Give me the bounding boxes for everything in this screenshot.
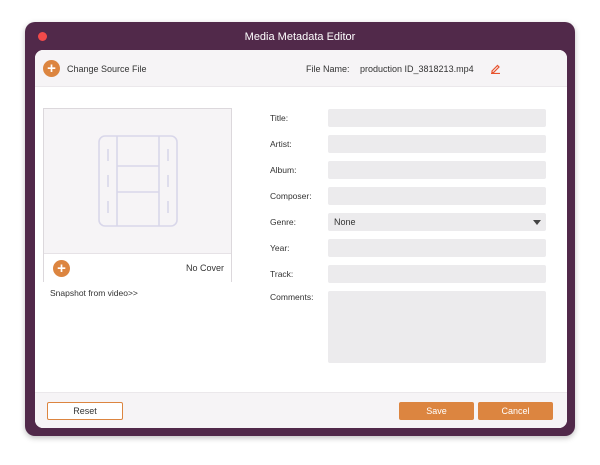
editor-window: Media Metadata Editor + Change Source Fi… [25, 22, 575, 436]
snapshot-from-video-link[interactable]: Snapshot from video>> [50, 288, 138, 298]
title-bar: Media Metadata Editor [25, 22, 575, 52]
title-label: Title: [270, 113, 289, 123]
chevron-down-icon [533, 220, 541, 225]
change-source-plus-icon[interactable]: + [43, 60, 60, 77]
comments-label: Comments: [270, 292, 314, 302]
composer-input[interactable] [328, 187, 546, 205]
artist-input[interactable] [328, 135, 546, 153]
genre-select[interactable]: None [328, 213, 546, 231]
pencil-icon[interactable] [490, 63, 501, 74]
composer-label: Composer: [270, 191, 312, 201]
title-input[interactable] [328, 109, 546, 127]
cover-image-area [44, 109, 231, 253]
save-button[interactable]: Save [399, 402, 474, 420]
track-label: Track: [270, 269, 294, 279]
reset-button[interactable]: Reset [47, 402, 123, 420]
file-name-label: File Name: [306, 64, 350, 74]
track-input[interactable] [328, 265, 546, 283]
artist-label: Artist: [270, 139, 292, 149]
source-toolbar: + Change Source File File Name: producti… [35, 50, 567, 87]
genre-label: Genre: [270, 217, 296, 227]
no-cover-label: No Cover [185, 263, 224, 273]
year-label: Year: [270, 243, 290, 253]
album-label: Album: [270, 165, 297, 175]
add-cover-plus-icon[interactable]: + [53, 260, 70, 277]
action-bar: Reset Save Cancel [35, 392, 567, 428]
editor-content: + Change Source File File Name: producti… [35, 50, 567, 428]
window-title: Media Metadata Editor [244, 31, 356, 43]
file-name-value: production ID_3818213.mp4 [360, 64, 474, 74]
film-strip-icon [98, 135, 178, 227]
genre-value: None [334, 217, 356, 227]
cover-art-panel: + No Cover [43, 108, 232, 282]
cancel-button[interactable]: Cancel [478, 402, 553, 420]
cover-footer: + No Cover [44, 253, 231, 282]
change-source-button[interactable]: Change Source File [67, 50, 147, 88]
comments-textarea[interactable] [328, 291, 546, 363]
year-input[interactable] [328, 239, 546, 257]
album-input[interactable] [328, 161, 546, 179]
